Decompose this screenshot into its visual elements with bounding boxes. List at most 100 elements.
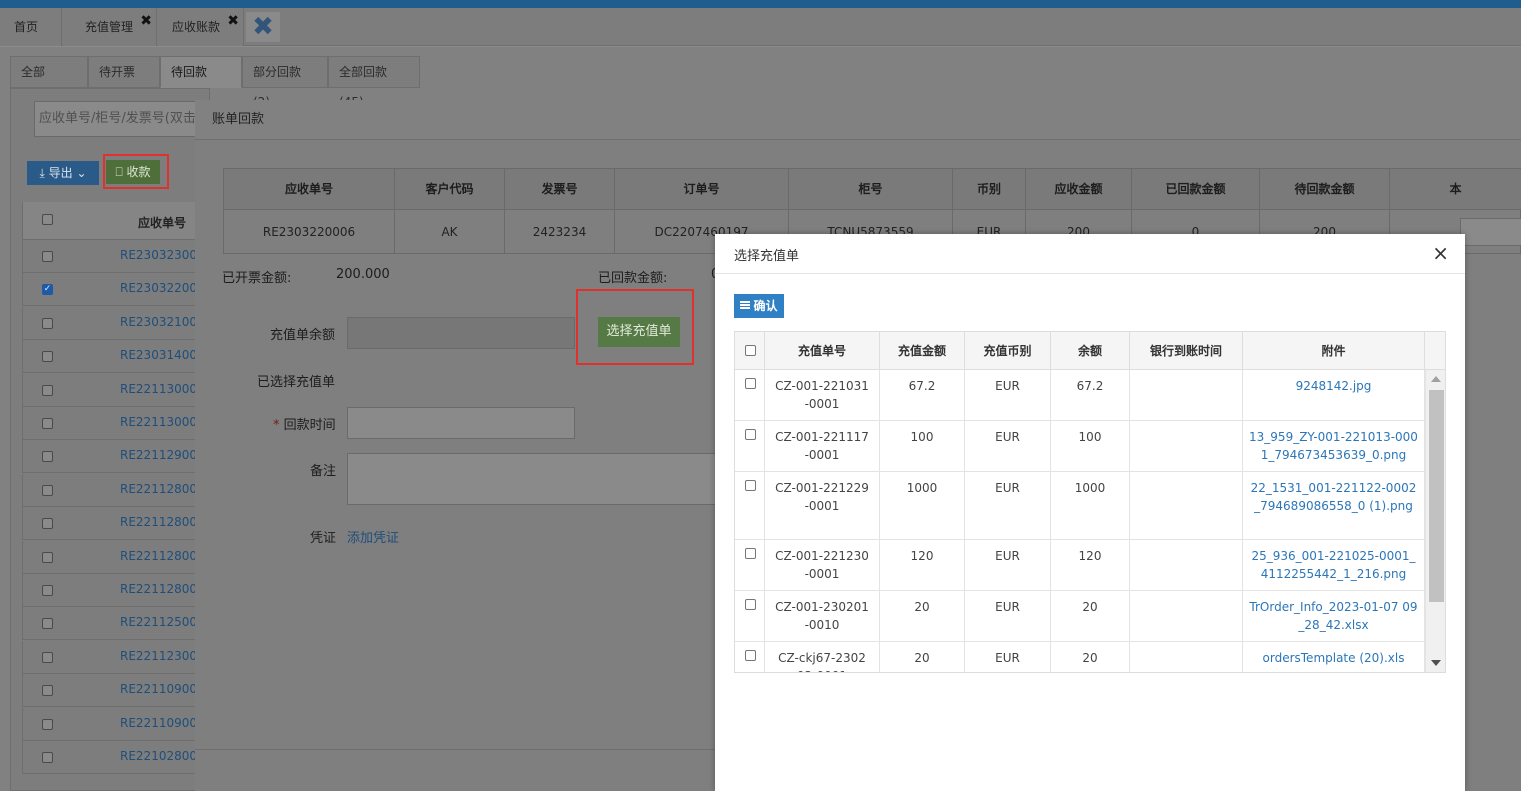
row-checkbox[interactable] (42, 618, 53, 630)
export-label: 导出 (48, 166, 73, 180)
row-checkbox[interactable] (745, 378, 756, 389)
table-row[interactable]: RE230321000 (22, 306, 205, 340)
amount-input[interactable] (1460, 218, 1521, 246)
receivable-no-link[interactable]: RE221123001 (120, 649, 205, 663)
pay-time-label-text: 回款时间 (283, 418, 336, 433)
row-checkbox[interactable] (42, 418, 53, 429)
attachment-link[interactable]: 13_959_ZY-001-221013-0001_794673453639_0… (1243, 421, 1425, 471)
attachment-link[interactable]: 22_1531_001-221122-0002_794689086558_0 (… (1243, 472, 1425, 539)
receivable-no-link[interactable]: RE221129001 (120, 448, 205, 462)
table-row[interactable]: RE221109001 (22, 674, 205, 708)
table-row[interactable]: ✓ RE230322000 (22, 273, 205, 307)
confirm-button[interactable]: 确认 (734, 294, 784, 318)
subtab-all[interactable]: 全部(114) (10, 56, 88, 109)
receivable-no-link[interactable]: RE221130000 (120, 382, 205, 396)
table-row[interactable]: RE221109001 (22, 707, 205, 741)
bill-column-header: 发票号 (505, 169, 615, 209)
receivable-no-link[interactable]: RE221028000 (120, 749, 205, 763)
table-row[interactable]: RE221130000 (22, 407, 205, 440)
recharge-row[interactable]: CZ-001-221230-0001 120 EUR 120 25_936_001-22… (735, 540, 1425, 591)
subtab-pending-invoice[interactable]: 待开票(1) (88, 56, 160, 109)
row-checkbox[interactable] (42, 384, 53, 396)
row-checkbox[interactable] (42, 651, 53, 663)
table-row[interactable]: RE221130000 (22, 373, 205, 407)
tab-close-icon[interactable]: ✖ (227, 2, 239, 40)
export-button[interactable]: ⤓ 导出 ⌄ (27, 161, 99, 185)
receivable-no-link[interactable]: RE221125001 (120, 615, 205, 629)
table-row[interactable]: RE221123001 (22, 640, 205, 674)
row-checkbox[interactable] (42, 718, 53, 730)
row-checkbox[interactable] (42, 685, 53, 697)
tab-receivables[interactable]: 应收账款 ✖ (158, 8, 244, 46)
row-checkbox[interactable] (42, 551, 53, 563)
row-checkbox[interactable] (42, 585, 53, 596)
recharge-cell-balance: 20 (1051, 642, 1130, 672)
row-checkbox[interactable] (745, 429, 756, 440)
receivable-no-link[interactable]: RE221109001 (120, 682, 205, 696)
recharge-cell-time (1130, 421, 1243, 471)
receivable-no-link[interactable]: RE230322000 (120, 281, 205, 295)
table-row[interactable]: RE221128000 (22, 574, 205, 607)
table-row[interactable]: RE230314000 (22, 340, 205, 374)
table-row[interactable]: RE221128000 (22, 473, 205, 507)
receivable-no-link[interactable]: RE230314000 (120, 348, 205, 362)
close-icon[interactable]: × (1432, 242, 1449, 264)
receivable-no-link[interactable]: RE221128000 (120, 549, 205, 563)
subtab-full-payment[interactable]: 全部回款(45) (328, 56, 420, 109)
pay-time-input[interactable] (347, 407, 575, 439)
table-row[interactable]: RE221129001 (22, 440, 205, 474)
recharge-row[interactable]: CZ-001-221117-0001 100 EUR 100 13_959_ZY-001… (735, 421, 1425, 472)
table-row[interactable]: RE221128000 (22, 540, 205, 574)
row-checkbox[interactable] (42, 451, 53, 463)
row-checkbox[interactable] (745, 548, 756, 559)
balance-label: 充值单余额 (270, 328, 336, 343)
recharge-row[interactable]: CZ-ckj67-230203-000120EUR20ordersTemplat… (735, 642, 1425, 672)
receivable-no-link[interactable]: RE221109001 (120, 716, 205, 730)
recharge-row[interactable]: CZ-001-230201-0010 20 EUR 20 TrOrder_Info_20… (735, 591, 1425, 642)
search-input[interactable]: 应收单号/柜号/发票号(双击 (34, 101, 199, 137)
attachment-link[interactable]: TrOrder_Info_2023-01-07 09_28_42.xlsx (1243, 591, 1425, 641)
recharge-row[interactable]: CZ-001-221229-0001 1000 EUR 1000 22_1531_001… (735, 472, 1425, 540)
tab-close-icon[interactable]: ✖ (140, 2, 152, 40)
attachment-link[interactable]: 9248142.jpg (1243, 370, 1425, 420)
row-checkbox[interactable] (42, 518, 53, 530)
row-checkbox[interactable] (745, 480, 756, 491)
subtab-partial-payment[interactable]: 部分回款(2) (242, 56, 328, 109)
receivable-no-link[interactable]: RE221128000 (120, 482, 205, 496)
attachment-link[interactable]: 25_936_001-221025-0001_4112255442_1_216.… (1243, 540, 1425, 590)
recharge-row[interactable]: CZ-001-221031-0001 67.2 EUR 67.2 9248142.jpg (735, 370, 1425, 421)
row-checkbox[interactable] (42, 251, 53, 262)
row-checkbox[interactable] (42, 484, 53, 496)
tab-recharge-management[interactable]: 充值管理 ✖ (63, 8, 157, 46)
select-all-checkbox[interactable] (42, 214, 53, 225)
scroll-thumb[interactable] (1429, 390, 1444, 602)
receivable-no-link[interactable]: RE230323000 (120, 248, 205, 262)
row-checkbox[interactable] (42, 752, 53, 763)
close-all-tabs-icon[interactable]: ✖ (246, 12, 280, 42)
row-checkbox[interactable]: ✓ (42, 284, 53, 296)
scroll-down-icon[interactable] (1431, 660, 1441, 666)
table-row[interactable]: RE221128000 (22, 507, 205, 541)
attachment-link[interactable]: ordersTemplate (20).xls (1243, 642, 1425, 672)
row-checkbox-cell (735, 370, 765, 420)
subtab-pending-payment[interactable]: 待回款(68) (160, 56, 242, 109)
recharge-cell-time (1130, 591, 1243, 641)
table-scrollbar[interactable] (1425, 370, 1445, 672)
receivable-no-link[interactable]: RE230321000 (120, 315, 205, 329)
receivable-no-link[interactable]: RE221128000 (120, 515, 205, 529)
receivable-no-link[interactable]: RE221130000 (120, 415, 205, 429)
table-row[interactable]: RE230323000 (22, 240, 205, 273)
table-row[interactable]: RE221028000 (22, 741, 205, 774)
scroll-up-icon[interactable] (1431, 376, 1441, 382)
add-voucher-link[interactable]: 添加凭证 (347, 527, 399, 546)
row-checkbox[interactable] (745, 599, 756, 610)
table-row[interactable]: RE221125001 (22, 607, 205, 641)
row-checkbox[interactable] (745, 650, 756, 661)
bill-column-header: 客户代码 (395, 169, 505, 209)
select-all-checkbox[interactable] (745, 345, 756, 356)
row-checkbox[interactable] (42, 317, 53, 329)
remark-textarea[interactable] (347, 453, 717, 505)
receivable-no-link[interactable]: RE221128000 (120, 582, 205, 596)
tab-home[interactable]: 首页 (0, 8, 62, 46)
row-checkbox[interactable] (42, 351, 53, 363)
